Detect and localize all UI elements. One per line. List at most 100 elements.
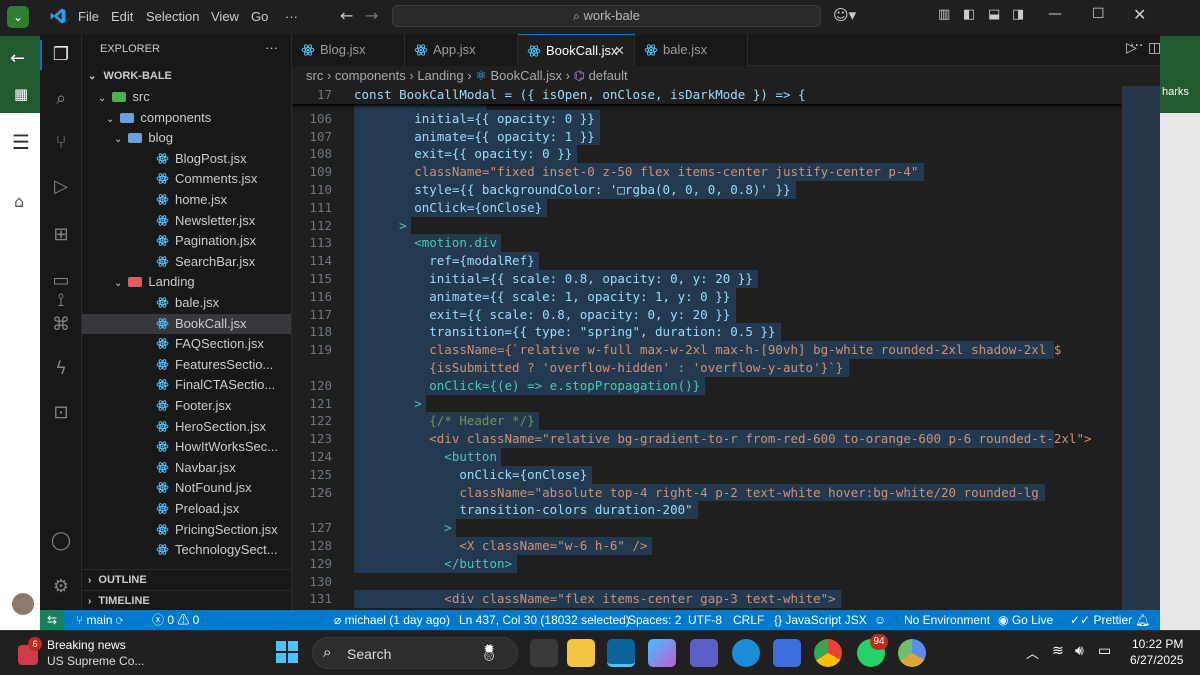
go-live-button[interactable]: ◉ Go Live [998, 610, 1053, 630]
browser-dropdown-icon[interactable]: ⌄ [7, 6, 29, 28]
search-view-icon[interactable]: ⌕ [48, 86, 74, 112]
breadcrumb-landing[interactable]: Landing [417, 68, 463, 83]
cursor-position[interactable]: Ln 437, Col 30 (18032 selected) [459, 610, 630, 630]
indentation-status[interactable]: Spaces: 2 [628, 610, 681, 630]
minimap[interactable] [1122, 86, 1160, 610]
file-item[interactable]: Comments.jsx [82, 169, 291, 189]
battery-icon[interactable]: ▭ [1098, 642, 1111, 659]
tray-chevron-icon[interactable]: ︿ [1026, 643, 1039, 662]
taskbar-search[interactable]: ⌕ Search 🍍︎ [312, 637, 518, 669]
testing-icon[interactable]: ⊡ [48, 400, 74, 426]
nav-forward-icon[interactable]: → [365, 6, 378, 25]
tab-bale[interactable]: bale.jsx [635, 34, 748, 66]
file-item[interactable]: FAQSection.jsx [82, 334, 291, 354]
minimize-icon[interactable]: — [1048, 6, 1062, 22]
hamburger-icon[interactable]: ☰ [12, 130, 30, 154]
menu-view[interactable]: View [211, 9, 239, 24]
media-player-icon[interactable] [773, 639, 801, 667]
task-view-icon[interactable] [530, 639, 558, 667]
code-editor[interactable]: 17 const BookCallModal = ({ isOpen, onCl… [292, 86, 1122, 610]
notifications-bell-icon[interactable]: 🔔︎ [1135, 610, 1150, 630]
tab-app[interactable]: App.jsx [405, 34, 518, 66]
environment-status[interactable]: No Environment [904, 610, 990, 630]
toggle-sidebar-icon[interactable]: ◧ [963, 7, 975, 22]
volume-icon[interactable]: 🔊︎ [1075, 642, 1084, 659]
file-item[interactable]: Footer.jsx [82, 396, 291, 416]
toggle-secondary-sidebar-icon[interactable]: ◨ [1012, 7, 1024, 22]
apps-grid-icon[interactable]: ▦ [14, 85, 28, 103]
copilot-icon[interactable]: ☺▾ [833, 6, 856, 24]
file-item[interactable]: TechnologySect... [82, 540, 291, 560]
file-item[interactable]: HowItWorksSec... [82, 437, 291, 457]
file-item[interactable]: PricingSection.jsx [82, 520, 291, 540]
file-item[interactable]: SearchBar.jsx [82, 252, 291, 272]
python-icon[interactable]: ⌘ [48, 312, 74, 338]
folder-item[interactable]: ⌄ components [82, 108, 291, 128]
extensions-icon[interactable]: ⊞ [48, 222, 74, 248]
copilot-status-icon[interactable]: ☺ [874, 610, 886, 630]
avatar[interactable] [12, 593, 34, 615]
file-item[interactable]: home.jsx [82, 190, 291, 210]
nav-back-icon[interactable]: ← [340, 6, 353, 25]
settings-gear-icon[interactable]: ⚙ [48, 574, 74, 600]
account-icon[interactable]: ◯ [48, 528, 74, 554]
tab-close-icon[interactable]: ✕ [614, 35, 625, 67]
file-item[interactable]: BlogPost.jsx [82, 149, 291, 169]
vscode-taskbar-icon[interactable] [607, 639, 635, 667]
encoding-status[interactable]: UTF-8 [688, 610, 722, 630]
explorer-icon[interactable]: ❐ [48, 42, 74, 68]
project-header[interactable]: ⌄ WORK-BALE [82, 66, 291, 86]
file-item[interactable]: Navbar.jsx [82, 458, 291, 478]
copilot-taskbar-icon[interactable] [648, 639, 676, 667]
menu-file[interactable]: File [78, 9, 99, 24]
maximize-icon[interactable]: ☐ [1092, 6, 1105, 22]
folder-item[interactable]: ⌄ blog [82, 128, 291, 148]
chrome-dev-icon[interactable] [898, 639, 926, 667]
menu-go[interactable]: Go [251, 9, 268, 24]
thunder-client-icon[interactable]: ϟ [48, 356, 74, 382]
sidebar-more-button[interactable]: ··· [265, 40, 278, 55]
run-debug-icon[interactable]: ▷ [48, 174, 74, 200]
news-widget[interactable]: 6 Breaking news US Supreme Co... [14, 637, 164, 671]
minimap-slider[interactable] [1122, 86, 1160, 610]
file-explorer-icon[interactable] [567, 639, 595, 667]
file-item[interactable]: FeaturesSectio... [82, 355, 291, 375]
folder-item[interactable]: ⌄ src [82, 87, 291, 107]
problems-status[interactable]: ⓧ 0 ⚠ 0 [152, 610, 199, 630]
folder-item[interactable]: ⌄ Landing [82, 272, 291, 292]
sticky-scroll-line[interactable]: 17 const BookCallModal = ({ isOpen, onCl… [292, 86, 1122, 104]
file-item[interactable]: HeroSection.jsx [82, 417, 291, 437]
editor-more-actions[interactable]: ··· [1130, 38, 1143, 54]
file-item[interactable]: Preload.jsx [82, 499, 291, 519]
clock-time[interactable]: 10:22 PM [1132, 637, 1183, 651]
file-item[interactable]: BookCall.jsx [82, 313, 291, 334]
teams-icon[interactable] [690, 639, 718, 667]
split-editor-icon[interactable]: ◫ [1148, 40, 1160, 56]
eol-status[interactable]: CRLF [733, 610, 764, 630]
file-item[interactable]: NotFound.jsx [82, 478, 291, 498]
clock-date[interactable]: 6/27/2025 [1130, 653, 1183, 667]
git-graph-icon[interactable]: ⟟ [48, 288, 74, 314]
file-item[interactable]: Newsletter.jsx [82, 211, 291, 231]
back-arrow-icon[interactable]: ← [10, 48, 25, 69]
file-item[interactable]: bale.jsx [82, 293, 291, 313]
wifi-icon[interactable]: ≋ [1052, 642, 1064, 659]
toggle-panel-icon[interactable]: ⬓ [988, 7, 1000, 22]
breadcrumb-file[interactable]: BookCall.jsx [490, 68, 562, 83]
start-button[interactable] [276, 641, 298, 663]
timeline-section[interactable]: › TIMELINE [82, 590, 291, 610]
prettier-status[interactable]: ✓✓ Prettier [1070, 610, 1132, 630]
git-blame-status[interactable]: ⌀ michael (1 day ago) [334, 610, 450, 630]
language-mode[interactable]: {} JavaScript JSX [774, 610, 867, 630]
menu-selection[interactable]: Selection [146, 9, 199, 24]
layout-customize-icon[interactable]: ▥ [938, 7, 950, 22]
file-item[interactable]: Pagination.jsx [82, 231, 291, 251]
remote-indicator[interactable]: ⇆ [40, 610, 64, 630]
breadcrumb-src[interactable]: src [306, 68, 323, 83]
tab-blog[interactable]: Blog.jsx [292, 34, 405, 66]
breadcrumb-components[interactable]: components [335, 68, 406, 83]
source-control-icon[interactable]: ⑂ [48, 130, 74, 156]
branch-status[interactable]: ⑂ main ⟳ [76, 610, 123, 630]
breadcrumb-symbol[interactable]: default [589, 68, 628, 83]
tab-bookcall[interactable]: BookCall.jsx ✕ [518, 34, 635, 66]
